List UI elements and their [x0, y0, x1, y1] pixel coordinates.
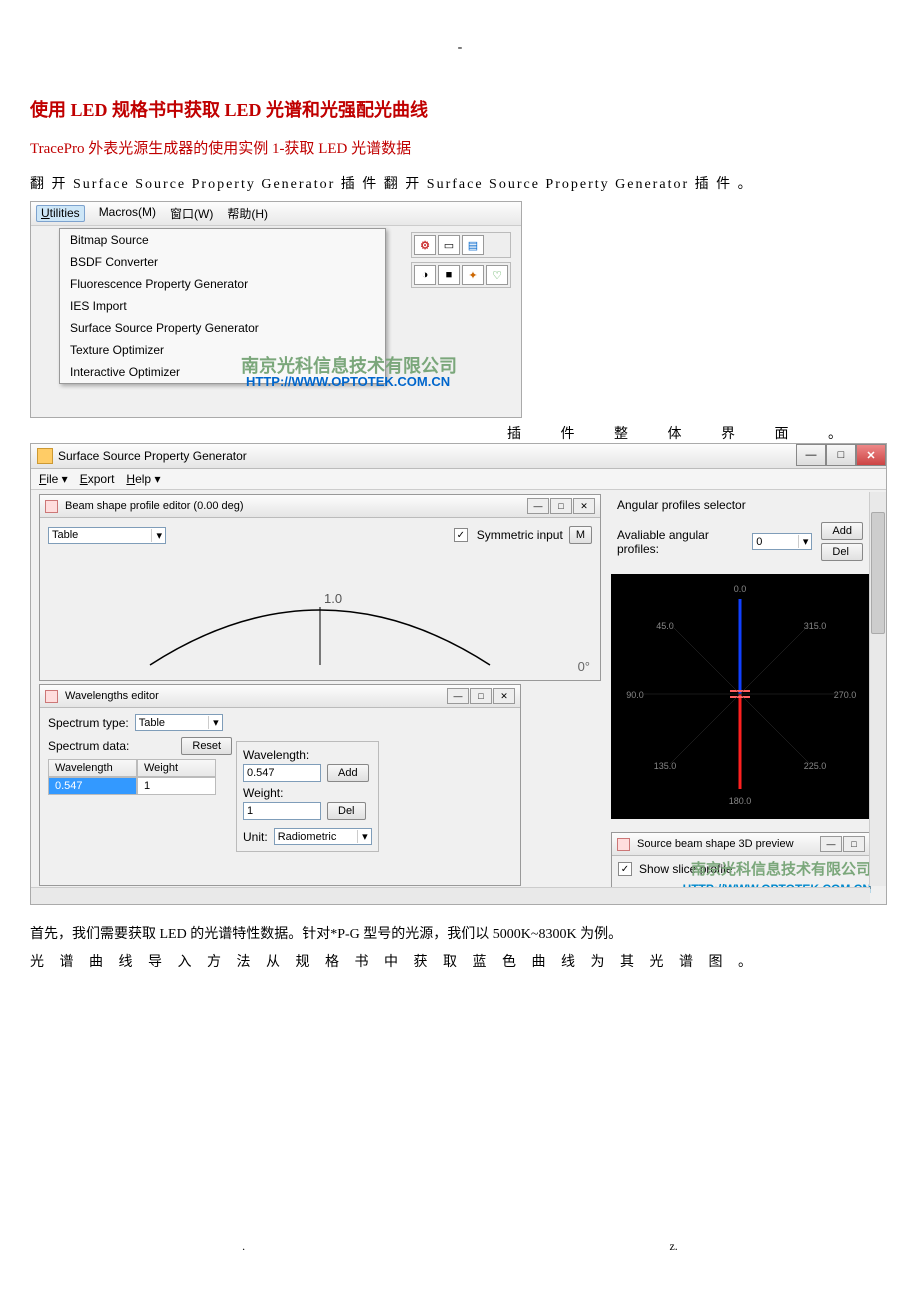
- minimize-button[interactable]: —: [796, 444, 826, 466]
- maximize-button[interactable]: □: [826, 444, 856, 466]
- spectrum-type-label: Spectrum type:: [48, 716, 129, 730]
- menu-item-texture-optimizer[interactable]: Texture Optimizer: [60, 339, 385, 361]
- svg-text:45.0: 45.0: [656, 621, 674, 631]
- toolbar-icon-7[interactable]: ♡: [486, 265, 508, 285]
- menu-help-app[interactable]: Help ▾: [126, 472, 160, 486]
- app-icon: [37, 448, 53, 464]
- angular-title: Angular profiles selector: [611, 494, 869, 516]
- wavelengths-editor: Wavelengths editor — □ ✕ Spectrum type: …: [39, 684, 521, 886]
- panel-icon: [45, 690, 58, 703]
- weight-field-label: Weight:: [243, 786, 372, 800]
- beam-shape-editor: Beam shape profile editor (0.00 deg) — □…: [39, 494, 601, 681]
- del-profile-button[interactable]: Del: [821, 543, 863, 561]
- menu-item-bsdf-converter[interactable]: BSDF Converter: [60, 251, 385, 273]
- paragraph-1: 翻 开 Surface Source Property Generator 插 …: [30, 173, 890, 193]
- weight-input[interactable]: [243, 802, 321, 820]
- panel-minimize-icon[interactable]: —: [447, 688, 469, 704]
- reset-button[interactable]: Reset: [181, 737, 232, 755]
- cell-wavelength[interactable]: 0.547: [48, 777, 137, 795]
- page-footer: . z.: [30, 1239, 890, 1254]
- screenshot-sspg-window: Surface Source Property Generator — □ ✕ …: [30, 443, 887, 905]
- menu-item-interactive-optimizer[interactable]: Interactive Optimizer: [60, 361, 385, 383]
- wavelength-field-label: Wavelength:: [243, 748, 372, 762]
- toolbar-icon-3[interactable]: ▤: [462, 235, 484, 255]
- avail-profiles-combo[interactable]: 0▾: [752, 533, 812, 550]
- beam-3d-preview: Source beam shape 3D preview — □ ✓ Show …: [611, 832, 871, 889]
- panel-icon: [45, 500, 58, 513]
- svg-text:0.0: 0.0: [734, 584, 747, 594]
- svg-text:315.0: 315.0: [804, 621, 827, 631]
- panel-minimize-icon[interactable]: —: [527, 498, 549, 514]
- doc-subtitle: TracePro 外表光源生成器的使用实例 1-获取 LED 光谱数据: [30, 137, 890, 158]
- close-button[interactable]: ✕: [856, 444, 886, 466]
- body-paragraph-2: 光 谱 曲 线 导 入 方 法 从 规 格 书 中 获 取 蓝 色 曲 线 为 …: [30, 951, 890, 971]
- menu-utilities[interactable]: Utilities: [36, 205, 85, 222]
- menu-file[interactable]: File ▾: [39, 472, 68, 486]
- svg-text:1.0: 1.0: [324, 591, 342, 606]
- body-paragraph-1: 首先，我们需要获取 LED 的光谱特性数据。针对*P-G 型号的光源，我们以 5…: [30, 923, 890, 943]
- toolbar-icon-4[interactable]: ◑: [414, 265, 436, 285]
- show-slice-label: Show slice profile: [639, 862, 732, 876]
- panel-icon: [617, 838, 630, 851]
- svg-text:135.0: 135.0: [654, 761, 677, 771]
- show-slice-checkbox[interactable]: ✓: [618, 862, 632, 876]
- menu-item-bitmap-source[interactable]: Bitmap Source: [60, 229, 385, 251]
- wavelengths-title: Wavelengths editor: [65, 690, 159, 702]
- panel-maximize-icon[interactable]: □: [550, 498, 572, 514]
- svg-text:225.0: 225.0: [804, 761, 827, 771]
- toolbar-icon-6[interactable]: ✦: [462, 265, 484, 285]
- angular-profiles-selector: Angular profiles selector Avaliable angu…: [611, 494, 869, 824]
- toolbar-icon-5[interactable]: ■: [438, 265, 460, 285]
- beam-type-combo[interactable]: Table▾: [48, 527, 166, 544]
- beam-editor-title: Beam shape profile editor (0.00 deg): [65, 500, 244, 512]
- toolbar-icon-1[interactable]: ⚙: [414, 235, 436, 255]
- menu-window[interactable]: 窗口(W): [170, 205, 213, 222]
- col-weight: Weight: [137, 759, 216, 777]
- spectrum-type-combo[interactable]: Table▾: [135, 714, 223, 731]
- menu-help[interactable]: 帮助(H): [227, 205, 268, 222]
- beam-profile-plot: 1.0: [40, 545, 600, 675]
- degree-label: 0°: [578, 659, 590, 674]
- panel-close-icon[interactable]: ✕: [573, 498, 595, 514]
- unit-combo[interactable]: Radiometric▾: [274, 828, 372, 845]
- panel-maximize-icon[interactable]: □: [843, 836, 865, 852]
- panel-close-icon[interactable]: ✕: [493, 688, 515, 704]
- col-wavelength: Wavelength: [48, 759, 137, 777]
- add-profile-button[interactable]: Add: [821, 522, 863, 540]
- add-wavelength-button[interactable]: Add: [327, 764, 369, 782]
- del-wavelength-button[interactable]: Del: [327, 802, 366, 820]
- menu-item-fluorescence[interactable]: Fluorescence Property Generator: [60, 273, 385, 295]
- app-menubar: File ▾ Export Help ▾: [31, 469, 886, 490]
- menu-macros[interactable]: Macros(M): [99, 205, 156, 222]
- menu-item-surface-source[interactable]: Surface Source Property Generator: [60, 317, 385, 339]
- screenshot-utilities-menu: Utilities Macros(M) 窗口(W) 帮助(H) Bitmap S…: [30, 201, 522, 418]
- svg-text:90.0: 90.0: [626, 690, 644, 700]
- symmetric-checkbox[interactable]: ✓: [454, 528, 468, 542]
- doc-title: 使用 LED 规格书中获取 LED 光谱和光强配光曲线: [30, 96, 890, 122]
- panel-minimize-icon[interactable]: —: [820, 836, 842, 852]
- window-titlebar: Surface Source Property Generator — □ ✕: [31, 444, 886, 469]
- symmetric-label: Symmetric input: [477, 528, 563, 542]
- wavelength-input[interactable]: [243, 764, 321, 782]
- angular-polar-chart: 0.0 45.0 90.0 135.0 180.0 225.0 270.0 31…: [611, 574, 869, 819]
- utilities-dropdown: Bitmap Source BSDF Converter Fluorescenc…: [59, 228, 386, 384]
- horizontal-scrollbar[interactable]: [31, 887, 870, 904]
- toolbar: ⚙ ▭ ▤ ◑ ■ ✦ ♡: [411, 232, 511, 288]
- preview-title: Source beam shape 3D preview: [637, 838, 794, 850]
- menu-export[interactable]: Export: [80, 472, 115, 486]
- window-title: Surface Source Property Generator: [58, 449, 247, 463]
- svg-text:180.0: 180.0: [729, 796, 752, 806]
- menubar: Utilities Macros(M) 窗口(W) 帮助(H): [31, 202, 521, 226]
- menu-item-ies-import[interactable]: IES Import: [60, 295, 385, 317]
- m-button[interactable]: M: [569, 526, 592, 544]
- toolbar-icon-2[interactable]: ▭: [438, 235, 460, 255]
- avail-profiles-label: Avaliable angular profiles:: [617, 528, 747, 556]
- unit-label: Unit:: [243, 830, 268, 844]
- svg-text:270.0: 270.0: [834, 690, 857, 700]
- panel-maximize-icon[interactable]: □: [470, 688, 492, 704]
- vertical-scrollbar[interactable]: [869, 492, 886, 886]
- cell-weight[interactable]: 1: [137, 777, 216, 795]
- paragraph-2: 插 件 整 体 界 面 。: [30, 423, 890, 443]
- spectrum-data-label: Spectrum data:: [48, 739, 129, 753]
